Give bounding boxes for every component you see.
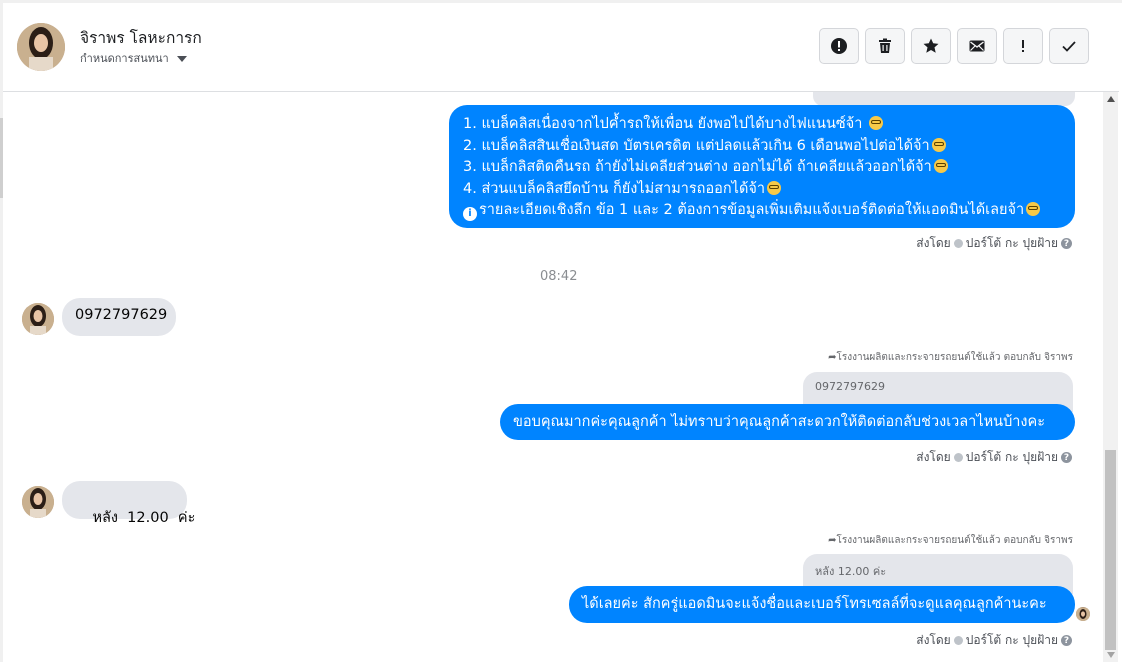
important-button[interactable] [1003,28,1043,64]
sent-by-info: ส่งโดย ปอร์โต้ กะ ปุยฝ้าย ? [916,448,1072,467]
outgoing-message[interactable]: 1. แบล็คลิสเนื่องจากไปค้ำรถให้เพื่อน ยัง… [449,105,1075,228]
delete-button[interactable] [865,28,905,64]
message-line: รายละเอียดเชิงลึก ข้อ 1 และ 2 ต้องการข้อ… [479,202,1025,218]
thread-scrollbar[interactable] [1103,92,1118,662]
sent-by-info: ส่งโดย ปอร์โต้ กะ ปุยฝ้าย ? [916,234,1072,253]
message-text: ได้เลยค่ะ สักครู่แอดมินจะแจ้งชื่อและเบอร… [582,596,1047,612]
message-thread[interactable]: 1. แบล็คลิสเนื่องจากไปค้ำรถให้เพื่อน ยัง… [3,92,1103,662]
help-icon[interactable]: ? [1061,635,1072,646]
message-text: หลัง 12.00 ค่ะ [92,510,196,526]
grimace-emoji-icon [868,116,883,130]
scroll-down-arrow-icon[interactable] [1107,652,1115,658]
reply-note-text: โรงงานผลิตและกระจายรถยนต์ใช้แล้ว ตอบกลับ… [836,535,1073,546]
message-text: 0972797629 [75,307,168,323]
grimace-emoji-icon [931,137,946,152]
reply-note: ➦โรงงานผลิตและกระจายรถยนต์ใช้แล้ว ตอบกลั… [828,533,1073,548]
sent-by-label: ส่งโดย [916,450,951,464]
sender-badge-icon [953,453,963,462]
sent-by-label: ส่งโดย [916,236,951,250]
sender-name: ปอร์โต้ กะ ปุยฝ้าย [965,633,1058,647]
sender-badge-icon [953,239,963,248]
grimace-emoji-icon [1026,202,1041,216]
sent-by-label: ส่งโดย [916,633,951,647]
outgoing-message[interactable]: ได้เลยค่ะ สักครู่แอดมินจะแจ้งชื่อและเบอร… [569,586,1075,623]
grimace-emoji-icon [767,180,782,195]
reply-note-text: โรงงานผลิตและกระจายรถยนต์ใช้แล้ว ตอบกลับ… [836,352,1073,363]
sender-name: ปอร์โต้ กะ ปุยฝ้าย [965,236,1058,250]
message-line: 4. ส่วนแบล็คลิสยึดบ้าน ก็ยังไม่สามารถออก… [463,180,766,197]
envelope-icon [969,40,985,52]
quoted-text: หลัง 12.00 ค่ะ [815,565,887,578]
contact-avatar-small[interactable] [22,303,54,335]
scrollbar-thumb[interactable] [1105,450,1116,650]
help-icon[interactable]: ? [1061,452,1072,463]
check-icon [1062,41,1076,52]
alert-circle-icon [831,38,847,54]
grimace-emoji-icon [933,159,948,173]
sender-name: ปอร์โต้ กะ ปุยฝ้าย [965,450,1058,464]
conversation-status-label: กำหนดการสนทนา [80,52,169,65]
message-line: 3. แบล็กลิสติดคืนรถ ถ้ายังไม่เคลียส่วนต่… [463,159,932,175]
message-line: 2. แบล็คลิสสินเชื่อเงินสด บัตรเครดิต แต่… [463,137,930,154]
incoming-message[interactable]: หลัง 12.00 ค่ะ [62,481,195,526]
quoted-text: 0972797629 [815,380,885,393]
exclamation-icon [1022,40,1024,52]
outgoing-message[interactable]: ขอบคุณมากค่ะคุณลูกค้า ไม่ทราบว่าคุณลูกค้… [500,404,1075,440]
caret-down-icon [176,55,187,62]
scroll-up-arrow-icon[interactable] [1107,96,1115,102]
done-button[interactable] [1049,28,1089,64]
message-timestamp: 08:42 [540,269,578,284]
report-button[interactable] [819,28,859,64]
incoming-message[interactable]: 0972797629 [62,298,176,336]
reply-note: ➦โรงงานผลิตและกระจายรถยนต์ใช้แล้ว ตอบกลั… [828,350,1073,365]
header-toolbar [819,28,1089,64]
seen-avatar [1076,607,1090,621]
message-text: ขอบคุณมากค่ะคุณลูกค้า ไม่ทราบว่าคุณลูกค้… [513,414,1046,430]
trash-icon [879,38,891,53]
contact-name[interactable]: จิราพร โลหะการก [80,25,202,50]
sent-by-info: ส่งโดย ปอร์โต้ กะ ปุยฝ้าย ? [916,631,1072,650]
sender-badge-icon [953,636,963,645]
conversation-header: จิราพร โลหะการก กำหนดการสนทนา [3,3,1119,92]
star-icon [923,38,939,53]
star-button[interactable] [911,28,951,64]
previous-quoted-bubble [813,92,1075,106]
info-icon: i [463,206,477,221]
message-line: 1. แบล็คลิสเนื่องจากไปค้ำรถให้เพื่อน ยัง… [463,116,863,132]
contact-avatar-small[interactable] [22,486,54,518]
help-icon[interactable]: ? [1061,238,1072,249]
mark-unread-button[interactable] [957,28,997,64]
contact-avatar[interactable] [17,23,65,71]
conversation-status-dropdown[interactable]: กำหนดการสนทนา [80,49,187,67]
